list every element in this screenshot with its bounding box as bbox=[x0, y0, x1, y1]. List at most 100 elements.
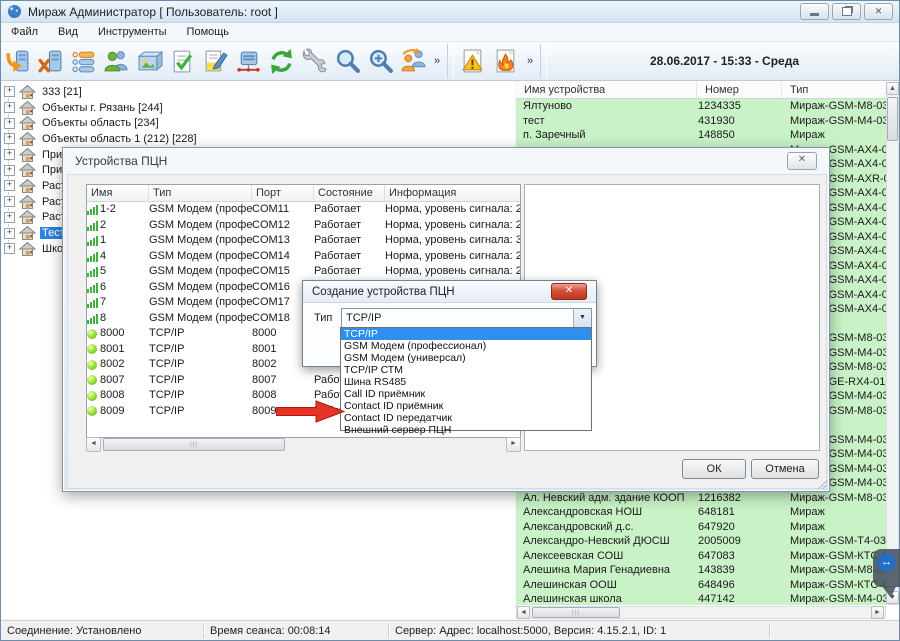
connect-server-icon[interactable] bbox=[1, 45, 34, 77]
horizontal-scroll-thumb[interactable]: ||| bbox=[103, 438, 285, 451]
tree-item[interactable]: + 333 [21] bbox=[1, 84, 515, 100]
pcn-device-state: Работает bbox=[314, 233, 385, 249]
dialog-title-bar[interactable]: Создание устройства ПЦН ✕ bbox=[303, 281, 596, 303]
pcn-device-row[interactable]: 1-2 GSM Модем (профе... COM11 Работает Н… bbox=[87, 202, 520, 218]
pcn-device-name: 8 bbox=[100, 311, 106, 327]
pcn-device-name: 8009 bbox=[100, 404, 124, 420]
tree-item[interactable]: + Объекты г. Рязань [244] bbox=[1, 100, 515, 116]
pcn-device-row[interactable]: 4 GSM Модем (профе... COM14 Работает Нор… bbox=[87, 249, 520, 265]
device-row[interactable]: Александровский д.с. 647920 Мираж bbox=[516, 520, 886, 535]
task-check-icon[interactable] bbox=[166, 45, 199, 77]
device-row[interactable]: тест 431930 Мираж-GSM-M4-03 bbox=[516, 114, 886, 129]
tree-expand-icon[interactable]: + bbox=[4, 118, 15, 129]
tree-expand-icon[interactable]: + bbox=[4, 149, 15, 160]
resize-grip[interactable] bbox=[817, 479, 827, 489]
dropdown-option[interactable]: Внешний сервер ПЦН bbox=[341, 424, 591, 436]
menu-item[interactable]: Файл bbox=[1, 24, 48, 40]
pcn-device-row[interactable]: 5 GSM Модем (профе... COM15 Работает Нор… bbox=[87, 264, 520, 280]
device-row[interactable]: Александровская НОШ 648181 Мираж bbox=[516, 505, 886, 520]
tree-expand-icon[interactable]: + bbox=[4, 165, 15, 176]
device-row[interactable]: Александро-Невский ДЮСШ 2005009 Мираж-GS… bbox=[516, 534, 886, 549]
tree-item[interactable]: + Объекты область [234] bbox=[1, 115, 515, 131]
combobox-value: TCP/IP bbox=[342, 312, 573, 324]
menu-item[interactable]: Вид bbox=[48, 24, 88, 40]
dropdown-option[interactable]: Contact ID передатчик bbox=[341, 412, 591, 424]
tree-expand-icon[interactable]: + bbox=[4, 102, 15, 113]
device-type-combobox[interactable]: TCP/IP ▼ bbox=[341, 308, 592, 328]
edit-log-icon[interactable] bbox=[199, 45, 232, 77]
scroll-right-button[interactable]: ► bbox=[871, 606, 884, 619]
dropdown-option[interactable]: GSM Модем (универсал) bbox=[341, 352, 591, 364]
tree-expand-icon[interactable]: + bbox=[4, 86, 15, 97]
device-row[interactable]: Ялтуново 1234335 Мираж-GSM-M8-03 bbox=[516, 99, 886, 114]
group-list-icon[interactable] bbox=[67, 45, 100, 77]
dropdown-option[interactable]: Call ID приёмник bbox=[341, 388, 591, 400]
dropdown-option[interactable]: TCP/IP bbox=[341, 328, 591, 340]
wrench-icon[interactable] bbox=[298, 45, 331, 77]
object-card-icon[interactable] bbox=[133, 45, 166, 77]
column-header-number[interactable]: Номер bbox=[697, 82, 782, 98]
tree-expand-icon[interactable]: + bbox=[4, 243, 15, 254]
menu-item[interactable]: Помощь bbox=[177, 24, 240, 40]
pcn-device-state: Работает bbox=[314, 249, 385, 265]
fire-document-icon[interactable] bbox=[490, 45, 523, 77]
toolbar-overflow-chevron[interactable]: » bbox=[430, 55, 444, 67]
event-toolbar-overflow-chevron[interactable]: » bbox=[523, 55, 537, 67]
search-icon[interactable] bbox=[331, 45, 364, 77]
close-button[interactable]: ✕ bbox=[864, 3, 893, 20]
dialog-close-icon[interactable]: ✕ bbox=[551, 283, 587, 300]
horizontal-scroll-thumb[interactable]: ||| bbox=[532, 607, 620, 618]
tree-expand-icon[interactable]: + bbox=[4, 228, 15, 239]
dropdown-option[interactable]: Шина RS485 bbox=[341, 376, 591, 388]
pcn-device-row[interactable]: 1 GSM Модем (профе... COM13 Работает Нор… bbox=[87, 233, 520, 249]
tree-expand-icon[interactable]: + bbox=[4, 180, 15, 191]
device-row[interactable]: п. Заречный 148850 Мираж bbox=[516, 128, 886, 143]
dialog-close-icon[interactable]: ✕ bbox=[787, 152, 817, 170]
remote-support-tab[interactable]: ↔ bbox=[873, 549, 900, 599]
column-header-state[interactable]: Состояние bbox=[314, 185, 385, 201]
dropdown-option[interactable]: TCP/IP СТМ bbox=[341, 364, 591, 376]
tree-expand-icon[interactable]: + bbox=[4, 212, 15, 223]
users-icon[interactable] bbox=[100, 45, 133, 77]
tree-expand-icon[interactable]: + bbox=[4, 196, 15, 207]
column-header-port[interactable]: Порт bbox=[252, 185, 314, 201]
column-header-info[interactable]: Информация bbox=[385, 185, 520, 201]
vertical-scroll-thumb[interactable] bbox=[887, 97, 898, 141]
scroll-right-button[interactable]: ► bbox=[506, 437, 521, 452]
search-plus-icon[interactable] bbox=[364, 45, 397, 77]
chevron-down-icon[interactable]: ▼ bbox=[573, 309, 591, 327]
restore-button[interactable] bbox=[832, 3, 861, 20]
column-header-type[interactable]: Тип bbox=[782, 82, 886, 98]
vertical-scrollbar[interactable] bbox=[886, 82, 899, 605]
scroll-up-button[interactable]: ▲ bbox=[886, 82, 899, 95]
device-row[interactable]: Алешина Мария Генадиевна 143839 Мираж-GS… bbox=[516, 563, 886, 578]
dropdown-option[interactable]: Contact ID приёмник bbox=[341, 400, 591, 412]
disconnect-server-icon[interactable] bbox=[34, 45, 67, 77]
warning-document-icon[interactable] bbox=[457, 45, 490, 77]
device-row[interactable]: Алешинская школа 447142 Мираж-GSM-M4-03 bbox=[516, 592, 886, 605]
device-row[interactable]: Ал. Невский адм. здание КООП 1216382 Мир… bbox=[516, 491, 886, 506]
scroll-left-button[interactable]: ◄ bbox=[86, 437, 101, 452]
users-exchange-icon[interactable] bbox=[397, 45, 430, 77]
ok-button[interactable]: ОК bbox=[682, 459, 746, 479]
scroll-left-button[interactable]: ◄ bbox=[517, 606, 530, 619]
network-db-icon[interactable] bbox=[232, 45, 265, 77]
device-number: 447142 bbox=[698, 592, 783, 605]
column-header-name[interactable]: Имя bbox=[87, 185, 149, 201]
column-header-type[interactable]: Тип bbox=[149, 185, 252, 201]
column-header-name[interactable]: Имя устройства bbox=[516, 82, 697, 98]
tree-item[interactable]: + Объекты область 1 (212) [228] bbox=[1, 131, 515, 147]
minimize-button[interactable] bbox=[800, 3, 829, 20]
menu-item[interactable]: Инструменты bbox=[88, 24, 177, 40]
dialog-title-bar[interactable]: Устройства ПЦН ✕ bbox=[63, 148, 829, 174]
cancel-button[interactable]: Отмена bbox=[751, 459, 819, 479]
device-row[interactable]: Алешинская ООШ 648496 Мираж-GSM-КТС-0 bbox=[516, 578, 886, 593]
dropdown-option[interactable]: GSM Модем (профессионал) bbox=[341, 340, 591, 352]
pcn-table-hscrollbar[interactable]: ◄ ||| ► bbox=[86, 438, 521, 451]
device-type: Мираж bbox=[783, 505, 886, 520]
device-row[interactable]: Алексеевская СОШ 647083 Мираж-GSM-КТС-0 bbox=[516, 549, 886, 564]
tree-expand-icon[interactable]: + bbox=[4, 133, 15, 144]
pcn-device-row[interactable]: 2 GSM Модем (профе... COM12 Работает Нор… bbox=[87, 218, 520, 234]
device-name: Александровский д.с. bbox=[516, 520, 698, 535]
refresh-icon[interactable] bbox=[265, 45, 298, 77]
